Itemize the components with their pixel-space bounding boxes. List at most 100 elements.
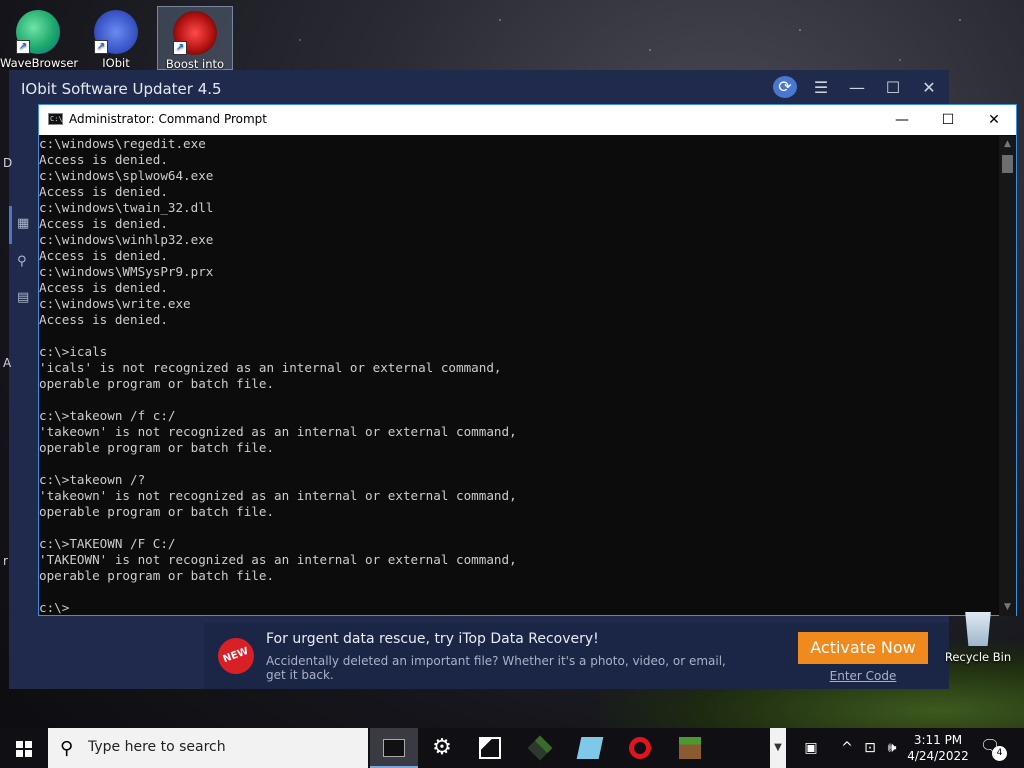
grass-block-icon <box>679 737 701 759</box>
search-placeholder: Type here to search <box>88 739 226 755</box>
sidebar-letter: r <box>3 554 8 568</box>
taskbar: ⚲ Type here to search ⚙ ▼ ▣ ^ ⊡ 🕪 3:11 P… <box>0 728 1024 768</box>
cmd-icon: C:\ <box>48 113 63 125</box>
taskbar-search[interactable]: ⚲ Type here to search <box>48 728 368 768</box>
scroll-thumb[interactable] <box>1002 155 1013 173</box>
refresh-icon[interactable]: ⟳ <box>773 76 797 98</box>
promo-text: Accidentally deleted an important file? … <box>266 654 726 682</box>
cmd-line: c:\> <box>39 600 70 615</box>
cmd-line: c:\windows\regedit.exe <box>39 136 206 151</box>
menu-icon[interactable]: ☰ <box>809 78 833 97</box>
volume-icon[interactable]: 🕪 <box>882 728 902 768</box>
cmd-line <box>39 328 999 344</box>
cmd-line: Access is denied. <box>39 184 168 199</box>
iobit-sidebar: D ▦ ⚲ ▤ A r <box>3 150 37 650</box>
scroll-up-icon[interactable]: ▲ <box>999 136 1016 153</box>
desktop-icon-iobit[interactable]: ↗ IObit <box>78 6 154 70</box>
cmd-line: c:\windows\splwow64.exe <box>39 168 214 183</box>
recycle-bin-icon <box>965 612 991 646</box>
desktop-icon-label: WaveBrowser <box>0 56 79 70</box>
sidebar-store-icon[interactable]: ▤ <box>17 290 33 306</box>
cmd-close-button[interactable]: ✕ <box>971 105 1017 135</box>
shortcut-arrow-icon: ↗ <box>94 40 108 54</box>
promo-banner: NEW For urgent data rescue, try iTop Dat… <box>204 623 949 689</box>
gear-icon: ⚙ <box>432 735 452 760</box>
cmd-line: operable program or batch file. <box>39 504 275 519</box>
cmd-minimize-button[interactable]: — <box>879 105 925 135</box>
desktop-icon-wavebrowser[interactable]: ↗ WaveBrowser <box>0 6 79 70</box>
boost-icon: ↗ <box>173 11 217 55</box>
cmd-line: c:\>icals <box>39 344 108 359</box>
enter-code-link[interactable]: Enter Code <box>798 669 928 683</box>
cmd-line: Access is denied. <box>39 216 168 231</box>
cmd-line <box>39 392 999 408</box>
cmd-line: c:\windows\twain_32.dll <box>39 200 214 215</box>
cmd-titlebar[interactable]: C:\ Administrator: Command Prompt — ☐ ✕ <box>39 105 1016 135</box>
sidebar-active-indicator <box>9 206 12 244</box>
network-icon[interactable]: ⊡ <box>860 728 880 768</box>
start-button[interactable] <box>0 728 48 768</box>
clock-date: 4/24/2022 <box>907 749 969 763</box>
shortcut-arrow-icon: ↗ <box>173 41 187 55</box>
sidebar-updates-icon[interactable]: ▦ <box>17 216 33 232</box>
desktop-icon-label: Boost into <box>165 57 225 71</box>
notes-icon <box>576 737 604 759</box>
sidebar-letter: D <box>3 156 13 170</box>
iobit-window-title: IObit Software Updater 4.5 <box>21 80 222 98</box>
photos-icon <box>479 737 501 759</box>
grass-block-icon <box>527 735 553 761</box>
close-icon[interactable]: ✕ <box>917 78 941 97</box>
search-icon: ⚲ <box>60 738 74 759</box>
taskbar-clock[interactable]: 3:11 PM 4/24/2022 <box>904 732 972 764</box>
sidebar-search-icon[interactable]: ⚲ <box>17 254 33 270</box>
sidebar-letter: A <box>3 356 12 370</box>
cmd-maximize-button[interactable]: ☐ <box>925 105 971 135</box>
cmd-line <box>39 456 999 472</box>
minimize-icon[interactable]: — <box>845 78 869 97</box>
news-icon[interactable]: ▣ <box>796 728 826 768</box>
windows-logo-icon <box>16 741 32 757</box>
cmd-output[interactable]: c:\windows\regedit.exe Access is denied. c… <box>39 136 999 616</box>
wavebrowser-icon: ↗ <box>16 10 60 54</box>
desktop-icon-label: Recycle Bin <box>944 650 1012 664</box>
taskbar-app-cmd[interactable] <box>370 728 418 768</box>
clock-time: 3:11 PM <box>913 733 963 747</box>
desktop-icon-recycle-bin[interactable]: Recycle Bin <box>940 612 1016 664</box>
cmd-icon <box>383 739 405 757</box>
cmd-line: c:\>takeown /f c:/ <box>39 408 176 423</box>
iobit-icon: ↗ <box>94 10 138 54</box>
cmd-line: c:\windows\write.exe <box>39 296 191 311</box>
desktop-icon-boost[interactable]: ↗ Boost into <box>157 6 233 71</box>
cmd-line: c:\windows\winhlp32.exe <box>39 232 214 247</box>
taskbar-app-photos[interactable] <box>466 728 514 768</box>
taskbar-app-settings[interactable]: ⚙ <box>418 728 466 768</box>
maximize-icon[interactable]: ☐ <box>881 78 905 97</box>
opera-icon <box>629 737 651 759</box>
command-prompt-window: C:\ Administrator: Command Prompt — ☐ ✕ … <box>38 104 1017 616</box>
cmd-line: 'takeown' is not recognized as an intern… <box>39 424 517 439</box>
cmd-line: c:\>takeown /? <box>39 472 146 487</box>
taskbar-app-minecraft-launcher[interactable] <box>666 728 714 768</box>
taskbar-app-notes[interactable] <box>566 728 614 768</box>
activate-now-button[interactable]: Activate Now <box>798 632 928 664</box>
new-badge-icon: NEW <box>212 632 260 680</box>
cmd-line: operable program or batch file. <box>39 568 275 583</box>
cmd-line: Access is denied. <box>39 152 168 167</box>
cmd-line: Access is denied. <box>39 280 168 295</box>
cmd-scrollbar[interactable]: ▲ ▼ <box>999 136 1016 616</box>
notification-count-badge: 4 <box>992 746 1007 761</box>
taskbar-app-opera[interactable] <box>616 728 664 768</box>
cmd-line <box>39 520 999 536</box>
cmd-line: Access is denied. <box>39 248 168 263</box>
cmd-line: c:\>TAKEOWN /F C:/ <box>39 536 176 551</box>
chevron-up-icon[interactable]: ^ <box>838 728 856 768</box>
taskbar-app-minecraft[interactable] <box>516 728 564 768</box>
promo-title: For urgent data rescue, try iTop Data Re… <box>266 631 599 647</box>
cmd-line: Access is denied. <box>39 312 168 327</box>
taskbar-scroll[interactable]: ▼ <box>770 728 786 768</box>
cmd-window-title: Administrator: Command Prompt <box>69 112 267 126</box>
cmd-line: c:\windows\WMSysPr9.prx <box>39 264 214 279</box>
shortcut-arrow-icon: ↗ <box>16 40 30 54</box>
cmd-line: operable program or batch file. <box>39 440 275 455</box>
cmd-line: 'takeown' is not recognized as an intern… <box>39 488 517 503</box>
